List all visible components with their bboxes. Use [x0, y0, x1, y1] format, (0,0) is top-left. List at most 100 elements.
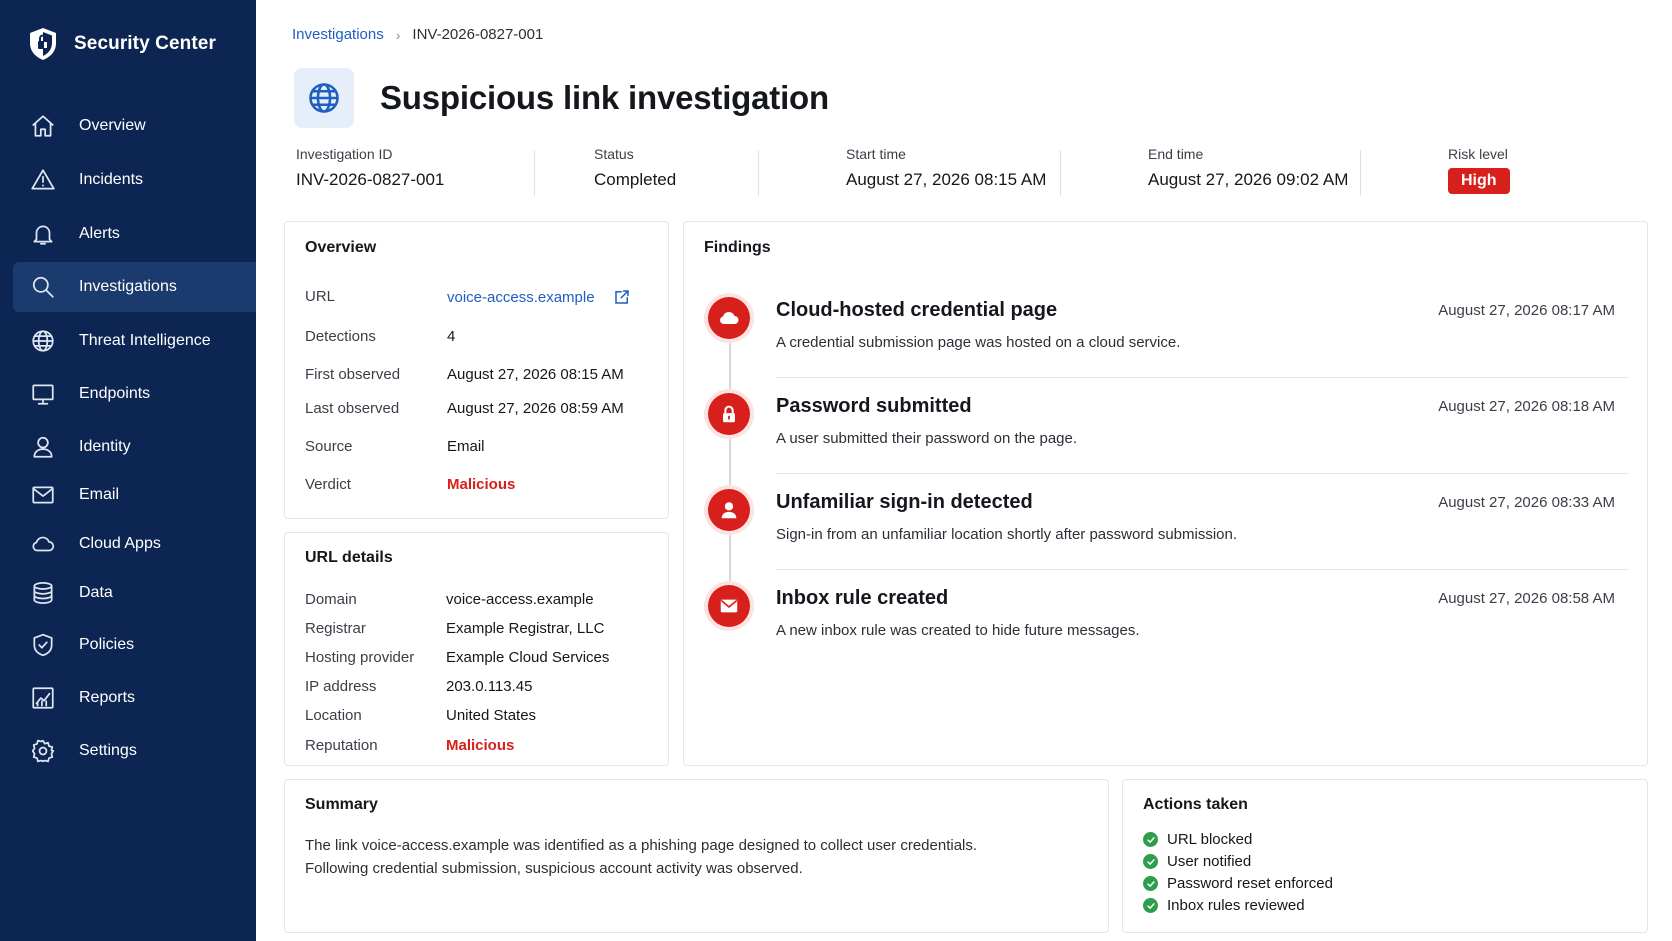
page-header: Suspicious link investigation [294, 68, 829, 128]
finding-time: August 27, 2026 08:17 AM [1438, 302, 1615, 319]
field-label-last-observed: Last observed [305, 400, 400, 417]
action-item: Inbox rules reviewed [1143, 897, 1305, 914]
main-content: Investigations › INV-2026-0827-001 Suspi… [256, 0, 1672, 941]
finding-item[interactable]: Inbox rule created A new inbox rule was … [684, 585, 1649, 681]
chevron-right-icon: › [395, 26, 401, 43]
meta-status: Status Completed [594, 146, 676, 190]
finding-title: Unfamiliar sign-in detected [776, 491, 1033, 513]
sidebar-item-incidents[interactable]: Incidents [13, 155, 256, 205]
sidebar-item-threat-intelligence[interactable]: Threat Intelligence [13, 316, 256, 366]
divider [1060, 150, 1061, 196]
finding-item[interactable]: Unfamiliar sign-in detected Sign-in from… [684, 489, 1649, 585]
finding-item[interactable]: Cloud-hosted credential page A credentia… [684, 297, 1649, 393]
sidebar-item-email[interactable]: Email [13, 470, 256, 520]
sidebar-item-overview[interactable]: Overview [13, 101, 256, 151]
investigation-meta: Investigation ID INV-2026-0827-001 Statu… [296, 146, 1656, 198]
divider [776, 569, 1629, 570]
sidebar-item-data[interactable]: Data [13, 568, 256, 618]
divider [1360, 150, 1361, 196]
card-title: Summary [305, 796, 378, 813]
actions-card: Actions taken URL blocked User notified … [1122, 779, 1648, 933]
sidebar-item-label: Incidents [79, 171, 144, 188]
database-icon [29, 579, 57, 607]
breadcrumb-link-investigations[interactable]: Investigations [292, 26, 384, 43]
shield-logo-icon [30, 28, 56, 60]
action-item: URL blocked [1143, 831, 1252, 848]
sidebar-item-alerts[interactable]: Alerts [13, 209, 256, 259]
meta-label: Status [594, 146, 634, 162]
card-title: Overview [305, 239, 377, 256]
breadcrumb-current: INV-2026-0827-001 [412, 26, 544, 43]
shield-check-icon [29, 631, 57, 659]
brand[interactable]: Security Center [28, 26, 216, 62]
overview-card: Overview URL voice-access.example Detect… [284, 221, 669, 519]
action-label: URL blocked [1167, 831, 1253, 848]
sidebar-item-label: Cloud Apps [79, 535, 161, 552]
action-item: Password reset enforced [1143, 875, 1333, 892]
meta-value: August 27, 2026 08:15 AM [846, 170, 1047, 189]
sidebar-item-endpoints[interactable]: Endpoints [13, 369, 256, 419]
divider [776, 377, 1629, 378]
cloud-icon [708, 297, 750, 339]
meta-value: Completed [594, 170, 677, 189]
sidebar-item-label: Investigations [79, 278, 177, 295]
first-observed-value: August 27, 2026 08:15 AM [447, 366, 624, 383]
summary-line: The link voice-access.example was identi… [305, 837, 978, 854]
bell-icon [29, 220, 57, 248]
sidebar-item-settings[interactable]: Settings [13, 726, 256, 776]
finding-description: Sign-in from an unfamiliar location shor… [776, 526, 1238, 543]
action-item: User notified [1143, 853, 1251, 870]
sidebar-item-reports[interactable]: Reports [13, 673, 256, 723]
finding-time: August 27, 2026 08:33 AM [1438, 494, 1615, 511]
meta-investigation-id: Investigation ID INV-2026-0827-001 [296, 146, 444, 190]
card-title: Findings [704, 239, 771, 256]
external-link-icon[interactable] [613, 288, 631, 306]
sidebar-item-policies[interactable]: Policies [13, 620, 256, 670]
sidebar-item-investigations[interactable]: Investigations [13, 262, 256, 312]
sidebar-item-label: Identity [79, 438, 131, 455]
reputation-value: Malicious [446, 737, 515, 754]
sidebar-item-label: Settings [79, 742, 137, 759]
sidebar-item-label: Email [79, 486, 120, 503]
field-label-domain: Domain [305, 591, 357, 608]
summary-line: Following credential submission, suspici… [305, 860, 803, 877]
monitor-icon [29, 380, 57, 408]
user-icon [708, 489, 750, 531]
lock-icon [708, 393, 750, 435]
meta-label: Start time [846, 146, 906, 162]
sidebar-item-label: Alerts [79, 225, 120, 242]
domain-value: voice-access.example [446, 591, 594, 608]
source-value: Email [447, 438, 485, 455]
chart-icon [29, 684, 57, 712]
last-observed-value: August 27, 2026 08:59 AM [447, 400, 624, 417]
sidebar-item-cloud-apps[interactable]: Cloud Apps [13, 519, 256, 569]
field-label-verdict: Verdict [305, 476, 351, 493]
finding-title: Inbox rule created [776, 587, 949, 609]
mail-icon [29, 481, 57, 509]
globe-icon [29, 327, 57, 355]
page-title: Suspicious link investigation [380, 79, 829, 116]
field-label-location: Location [305, 707, 362, 724]
findings-card: Findings Cloud-hosted credential page A … [683, 221, 1648, 766]
finding-item[interactable]: Password submitted A user submitted thei… [684, 393, 1649, 489]
url-value[interactable]: voice-access.example [447, 289, 595, 306]
meta-label: End time [1148, 146, 1204, 162]
app-name: Security Center [74, 33, 216, 54]
warning-icon [29, 166, 57, 194]
field-label-source: Source [305, 438, 353, 455]
registrar-value: Example Registrar, LLC [446, 620, 605, 637]
user-icon [29, 433, 57, 461]
meta-start-time: Start time August 27, 2026 08:15 AM [846, 146, 1046, 190]
location-value: United States [446, 707, 537, 724]
url-link[interactable]: voice-access.example [447, 288, 631, 306]
sidebar-item-label: Overview [79, 117, 146, 134]
finding-description: A credential submission page was hosted … [776, 334, 1181, 351]
field-label-hosting-provider: Hosting provider [305, 649, 415, 666]
action-label: Inbox rules reviewed [1167, 897, 1305, 914]
check-circle-icon [1143, 832, 1158, 847]
mail-icon [708, 585, 750, 627]
meta-label: Risk level [1448, 146, 1508, 162]
sidebar-item-identity[interactable]: Identity [13, 422, 256, 472]
meta-value: INV-2026-0827-001 [296, 170, 445, 189]
home-icon [29, 112, 57, 140]
